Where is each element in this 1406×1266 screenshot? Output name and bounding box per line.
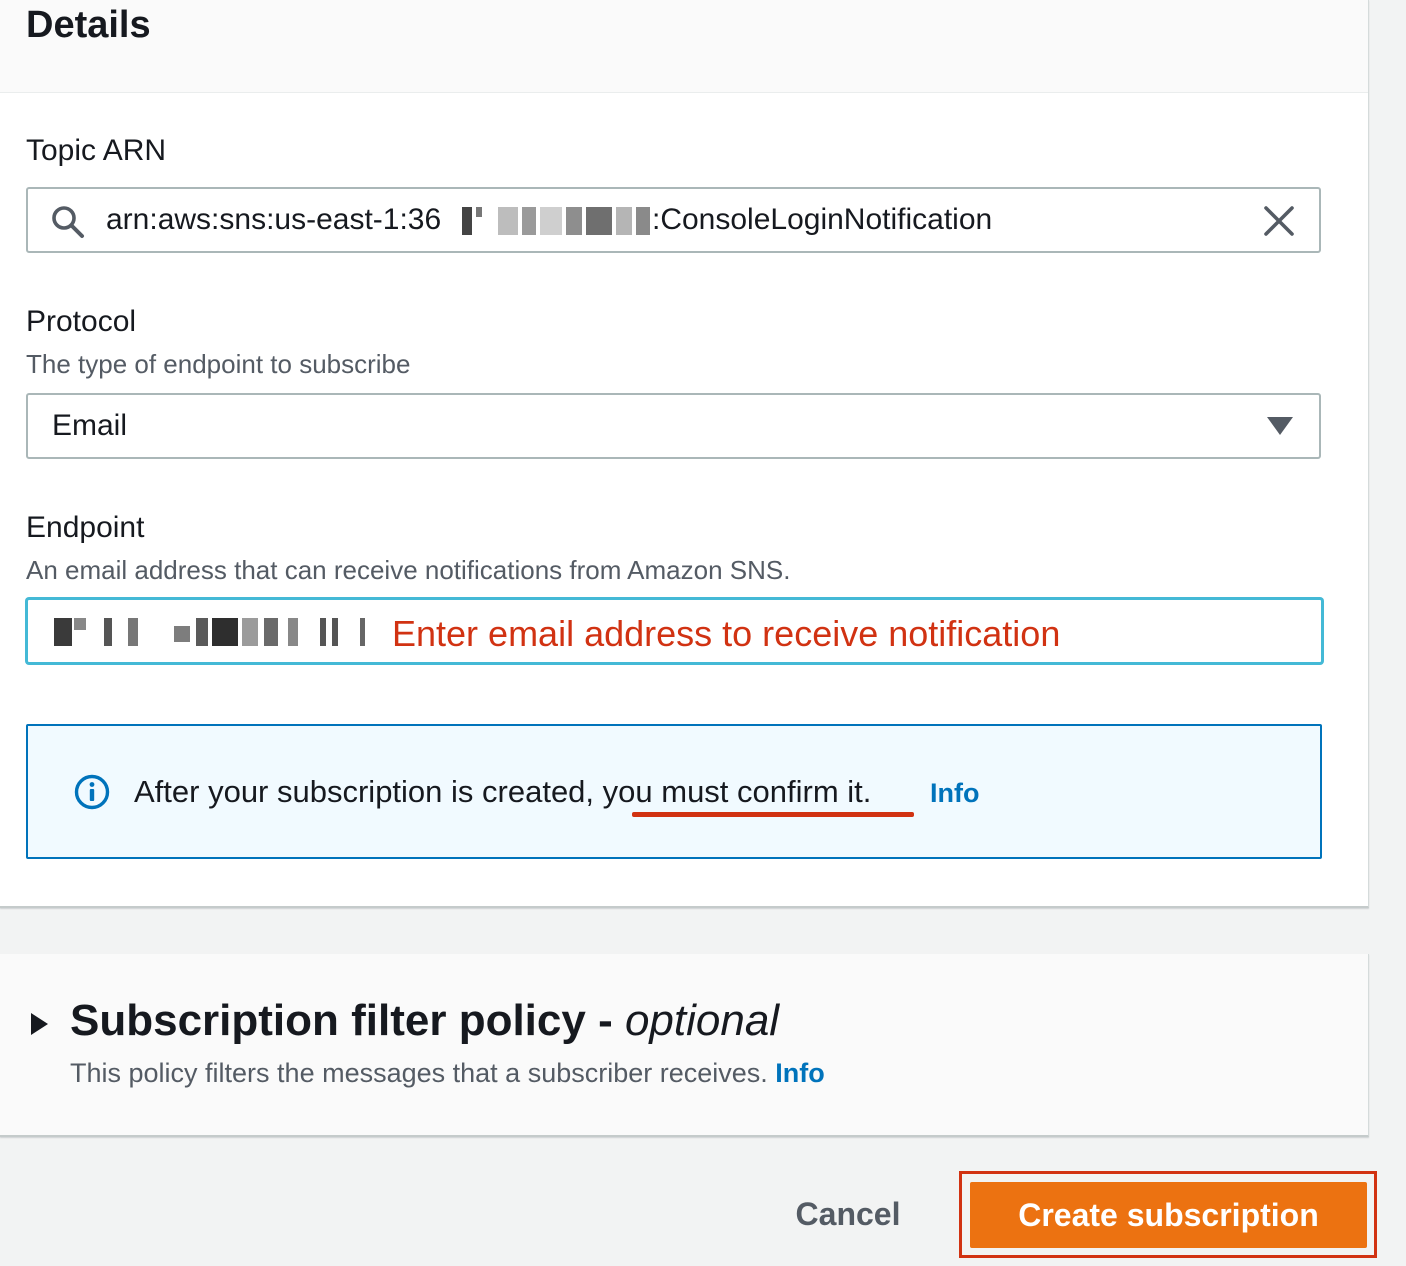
endpoint-input[interactable]: Enter email address to receive notificat… [26, 598, 1323, 664]
protocol-selected-value: Email [52, 409, 128, 442]
protocol-label: Protocol [26, 305, 137, 338]
confirm-info-alert: After your subscription is created, you … [26, 724, 1322, 859]
details-header: Details [0, 0, 1368, 93]
annotation-underline [632, 812, 914, 817]
protocol-select[interactable]: Email [26, 393, 1321, 459]
details-title: Details [26, 4, 151, 46]
filter-policy-panel: Subscription filter policy - optional Th… [0, 954, 1369, 1137]
close-icon[interactable] [1261, 203, 1297, 239]
protocol-description: The type of endpoint to subscribe [26, 349, 411, 379]
topic-arn-value-prefix: arn:aws:sns:us-east-1:36 [106, 203, 442, 236]
endpoint-label: Endpoint [26, 511, 145, 544]
caret-down-icon [1267, 417, 1293, 435]
details-panel: Details Topic ARN arn:aws:sns:us-east-1:… [0, 0, 1369, 908]
filter-policy-optional: optional [624, 996, 780, 1045]
create-subscription-button[interactable]: Create subscription [970, 1182, 1367, 1248]
topic-arn-input[interactable]: arn:aws:sns:us-east-1:36 :ConsoleLoginNo… [26, 187, 1321, 253]
filter-policy-info-link[interactable]: Info [775, 1058, 824, 1088]
topic-arn-label: Topic ARN [26, 134, 167, 167]
alert-message: After your subscription is created, you … [134, 774, 872, 809]
endpoint-annotation: Enter email address to receive notificat… [392, 613, 1061, 654]
filter-policy-title[interactable]: Subscription filter policy - optional [70, 996, 779, 1046]
cancel-button[interactable]: Cancel [780, 1183, 916, 1245]
caret-right-icon[interactable] [31, 1013, 48, 1035]
alert-info-link[interactable]: Info [930, 778, 979, 809]
filter-policy-description: This policy filters the messages that a … [70, 1058, 825, 1089]
topic-arn-value-suffix: :ConsoleLoginNotification [652, 203, 993, 236]
search-icon [52, 206, 84, 238]
filter-policy-title-text: Subscription filter policy - [70, 996, 625, 1045]
endpoint-description: An email address that can receive notifi… [26, 555, 791, 585]
filter-policy-description-text: This policy filters the messages that a … [70, 1058, 768, 1088]
info-circle-icon [74, 774, 110, 810]
